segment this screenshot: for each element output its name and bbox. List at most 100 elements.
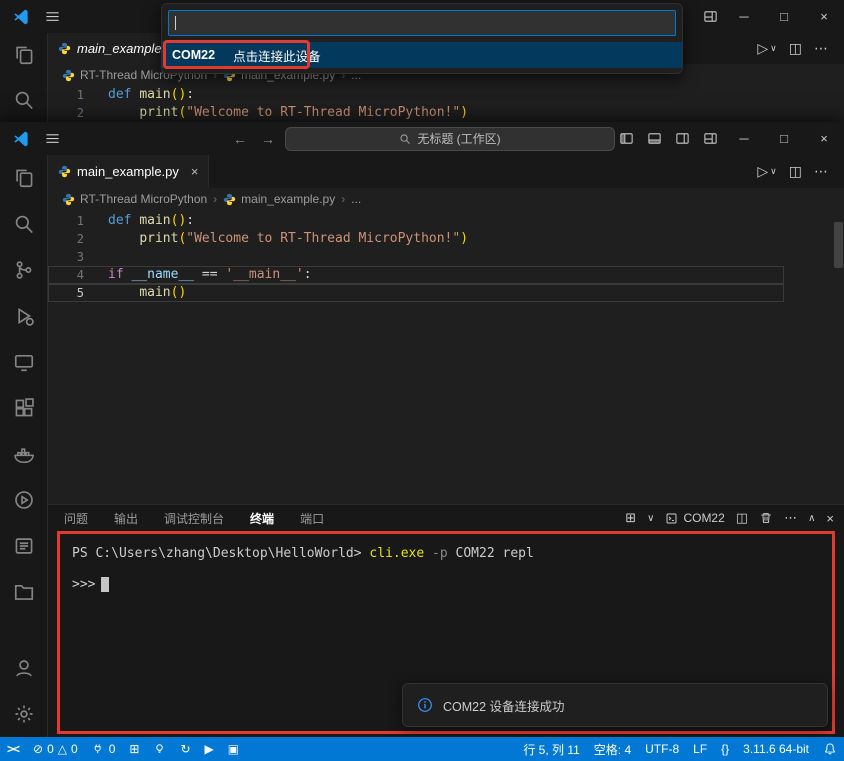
tab-bar-main: main_example.py × ▷ ∨ ◫ ⋯ bbox=[48, 155, 844, 188]
build-grid-icon[interactable]: ⊞ bbox=[122, 737, 146, 761]
folder-icon[interactable] bbox=[0, 569, 47, 615]
terminal-view[interactable]: PS C:\Users\zhang\Desktop\HelloWorld> cl… bbox=[57, 531, 835, 734]
python-file-icon bbox=[62, 193, 75, 206]
back-icon[interactable]: ← bbox=[229, 131, 251, 147]
code-line-3[interactable]: 3 bbox=[48, 248, 786, 266]
indent-indicator[interactable]: 空格: 4 bbox=[587, 737, 638, 761]
device-name: COM22 bbox=[172, 48, 216, 62]
panel-tab-1[interactable]: 问题 bbox=[64, 510, 88, 527]
menu-icon[interactable] bbox=[38, 0, 66, 33]
code-line-1[interactable]: 1 def main(): bbox=[48, 212, 786, 230]
play-circle-icon[interactable] bbox=[0, 477, 47, 523]
more-actions-icon[interactable]: ⋯ bbox=[784, 510, 797, 526]
notifications-bell-icon[interactable] bbox=[816, 737, 844, 761]
launch-profile-chevron-icon[interactable]: ∨ bbox=[647, 513, 654, 524]
tab-close-icon[interactable]: × bbox=[191, 164, 199, 179]
forward-icon[interactable]: → bbox=[257, 131, 279, 147]
python-interpreter[interactable]: 3.11.6 64-bit bbox=[736, 737, 816, 761]
terminal-cursor bbox=[101, 577, 110, 592]
explorer-icon[interactable] bbox=[0, 33, 47, 78]
maximize-panel-icon[interactable]: ∧ bbox=[808, 513, 815, 524]
workspace-search-box[interactable]: 无标题 (工作区) bbox=[285, 126, 615, 151]
panel-tab-5[interactable]: 端口 bbox=[300, 510, 324, 527]
activity-bar-top bbox=[0, 33, 48, 122]
close-button[interactable]: × bbox=[804, 0, 844, 33]
account-icon[interactable] bbox=[0, 645, 47, 691]
line-number: 1 bbox=[76, 88, 84, 102]
extensions-icon[interactable] bbox=[0, 385, 47, 431]
code-line-4[interactable]: 4 if __name__ == '__main__': bbox=[48, 266, 786, 284]
docker-icon[interactable] bbox=[0, 431, 47, 477]
split-editor-icon[interactable]: ◫ bbox=[783, 40, 808, 57]
maximize-button[interactable]: □ bbox=[764, 0, 804, 33]
run-debug-icon[interactable] bbox=[0, 293, 47, 339]
sync-icon[interactable]: ↻ bbox=[173, 737, 197, 761]
eol-indicator[interactable]: LF bbox=[686, 737, 714, 761]
device-plug-indicator[interactable]: 0 bbox=[85, 737, 123, 761]
customize-layout-icon[interactable] bbox=[696, 0, 724, 33]
language-mode-icon[interactable]: {} bbox=[714, 737, 736, 761]
breadcrumb-item[interactable]: ... bbox=[351, 192, 361, 206]
stop-icon[interactable]: ▣ bbox=[221, 737, 246, 761]
editor-scrollbar[interactable] bbox=[834, 222, 843, 268]
encoding-indicator[interactable]: UTF-8 bbox=[638, 737, 686, 761]
quickpick-item-com22[interactable]: COM22 点击连接此设备 bbox=[162, 40, 682, 69]
more-actions-icon[interactable]: ⋯ bbox=[808, 163, 834, 180]
terminal-instance-com22[interactable]: COM22 bbox=[665, 511, 725, 525]
run-button[interactable]: ▷ ∨ bbox=[751, 163, 782, 180]
minimize-button[interactable]: ─ bbox=[724, 0, 764, 33]
split-terminal-icon[interactable]: ◫ bbox=[736, 510, 748, 526]
breadcrumb-item[interactable]: main_example.py bbox=[223, 192, 335, 206]
panel-tab-4[interactable]: 终端 bbox=[250, 510, 274, 527]
line-content: main() bbox=[139, 285, 187, 300]
cursor-position[interactable]: 行 5, 列 11 bbox=[516, 737, 586, 761]
remote-indicator[interactable]: >< bbox=[0, 737, 26, 761]
remote-explorer-icon[interactable] bbox=[0, 339, 47, 385]
line-number: 1 bbox=[76, 214, 84, 228]
panel-tab-2[interactable]: 输出 bbox=[114, 510, 138, 527]
tab-main-example[interactable]: main_example.py × bbox=[48, 155, 210, 188]
terminal-name: COM22 bbox=[683, 511, 725, 525]
plug-icon bbox=[94, 743, 101, 753]
quickpick-input[interactable] bbox=[168, 10, 676, 36]
panel-tab-3[interactable]: 调试控制台 bbox=[164, 510, 224, 527]
breadcrumb: RT-Thread MicroPython › main_example.py ›..… bbox=[48, 188, 844, 210]
code-editor-top[interactable]: 1 def main(): 2 print("Welcome to RT-Threa… bbox=[48, 86, 844, 122]
vscode-logo bbox=[12, 8, 30, 26]
editor: 1 def main(): 2 print("Welcome to RT-Threa… bbox=[48, 210, 844, 504]
search-icon[interactable] bbox=[0, 201, 47, 247]
run-button[interactable]: ▷ ∨ bbox=[751, 40, 782, 57]
python-file-icon bbox=[58, 42, 71, 55]
breadcrumb-item[interactable]: RT-Thread MicroPython bbox=[62, 192, 207, 206]
line-content bbox=[84, 248, 108, 266]
problems-indicator[interactable]: ⊘ 0 △ 0 bbox=[26, 737, 85, 761]
code-line-2[interactable]: 2 print("Welcome to RT-Thread MicroPytho… bbox=[48, 230, 786, 248]
tab-label: main_example.py bbox=[77, 164, 179, 179]
terminal-repl-line: >>> bbox=[72, 575, 820, 594]
panel-header: 问题 输出 调试控制台 终端 端口 ⊞ ∨ COM22 ◫ ⋯ ∧ × bbox=[48, 505, 844, 531]
kill-terminal-icon[interactable] bbox=[759, 511, 773, 525]
activity-bar-main bbox=[0, 155, 48, 737]
code-editor-main[interactable]: 1 def main(): 2 print("Welcome to RT-Threa… bbox=[48, 212, 786, 302]
notification-toast[interactable]: COM22 设备连接成功 bbox=[402, 683, 828, 727]
close-panel-icon[interactable]: × bbox=[826, 511, 834, 526]
run-play-icon[interactable]: ▶ bbox=[198, 737, 221, 761]
explorer-icon[interactable] bbox=[0, 155, 47, 201]
code-line-2[interactable]: 2 print("Welcome to RT-Thread MicroPytho… bbox=[48, 104, 844, 122]
lightbulb-icon[interactable] bbox=[146, 737, 173, 761]
split-editor-icon[interactable]: ◫ bbox=[783, 163, 808, 180]
launch-profile-icon[interactable]: ⊞ bbox=[625, 510, 636, 526]
code-line-5[interactable]: 5 main() bbox=[48, 284, 786, 302]
breadcrumb-separator: › bbox=[213, 192, 218, 206]
python-file-icon bbox=[223, 193, 236, 206]
search-icon[interactable] bbox=[0, 78, 47, 123]
line-content: if __name__ == '__main__': bbox=[108, 267, 312, 282]
quickpick-dropdown: COM22 点击连接此设备 bbox=[161, 3, 683, 74]
python-file-icon bbox=[58, 165, 71, 178]
code-line-1[interactable]: 1 def main(): bbox=[48, 86, 844, 104]
settings-gear-icon[interactable] bbox=[0, 691, 47, 737]
output-list-icon[interactable] bbox=[0, 523, 47, 569]
more-actions-icon[interactable]: ⋯ bbox=[808, 40, 834, 57]
source-control-icon[interactable] bbox=[0, 247, 47, 293]
screen: ─ □ × main_example.p... ▷ ∨ ◫ ⋯ RT-Threa… bbox=[0, 0, 844, 761]
